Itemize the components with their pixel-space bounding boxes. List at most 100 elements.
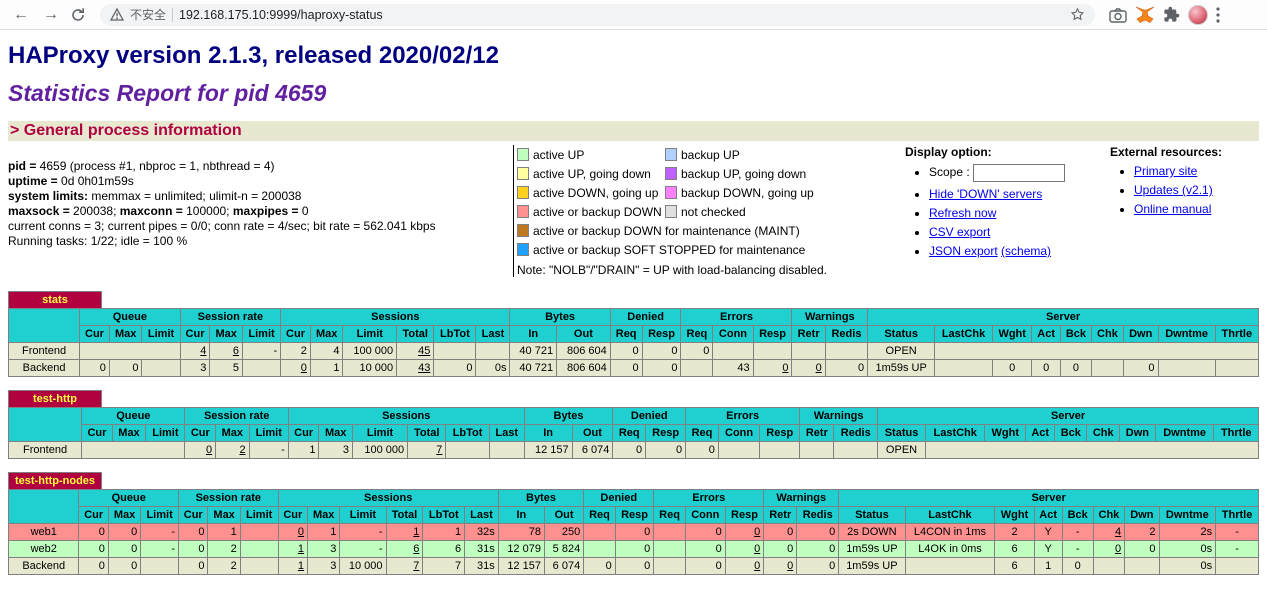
stat-cell: 0 (825, 360, 867, 377)
refresh-button[interactable] (70, 7, 86, 23)
row-name[interactable]: web2 (9, 541, 79, 558)
legend-row: active or backup DOWN for maintenance (M… (517, 221, 905, 240)
metamask-extension-icon[interactable] (1135, 6, 1155, 24)
column-header: Max (308, 507, 340, 524)
list-item: Refresh now (929, 206, 1110, 220)
column-header: Chk (1087, 425, 1120, 442)
row-name[interactable]: Backend (9, 360, 80, 377)
extensions-puzzle-icon[interactable] (1163, 6, 1180, 23)
proxy-name[interactable]: stats (8, 291, 102, 308)
json-export-link[interactable]: JSON export (929, 244, 998, 258)
refresh-now-link[interactable]: Refresh now (929, 206, 996, 220)
legend-row: active or backup SOFT STOPPED for mainte… (517, 240, 905, 259)
profile-avatar[interactable] (1188, 5, 1208, 25)
stat-cell: OPEN (868, 343, 935, 360)
column-header: Max (208, 507, 240, 524)
scope-input[interactable] (973, 164, 1065, 182)
table-row: Backend00350110 0004300s40 721806 604004… (9, 360, 1259, 377)
hide-down-servers-link[interactable]: Hide 'DOWN' servers (929, 187, 1042, 201)
group-header: Queue (79, 490, 179, 507)
column-header: In (524, 425, 572, 442)
process-info-line: current conns = 3; current pipes = 0/0; … (8, 219, 513, 234)
stat-cell: 0 (686, 442, 719, 459)
stat-cell: 0 (797, 558, 839, 575)
legend-label: backup UP (677, 148, 746, 162)
proxy-name[interactable]: test-http-nodes (8, 472, 102, 489)
stat-cell: 0 (1062, 558, 1093, 575)
group-header: Errors (654, 490, 764, 507)
stat-cell: 0 (725, 524, 764, 541)
column-header: Max (216, 425, 250, 442)
stat-cell: 0s (1159, 558, 1216, 575)
stats-tables: stats QueueSession rateSessionsBytesDenie… (8, 291, 1259, 575)
column-header: Resp (615, 507, 654, 524)
back-button[interactable]: ← (10, 7, 32, 23)
csv-export-link[interactable]: CSV export (929, 225, 990, 239)
row-name[interactable]: Frontend (9, 343, 80, 360)
stat-cell: 0 (278, 524, 307, 541)
column-header: Max (112, 425, 146, 442)
row-name[interactable]: Backend (9, 558, 79, 575)
column-header: Total (386, 507, 423, 524)
omnibox-divider (172, 8, 173, 22)
group-header: Server (839, 490, 1259, 507)
column-header: Req (686, 425, 719, 442)
column-header: Limit (240, 507, 278, 524)
column-header: Dwntme (1158, 326, 1215, 343)
column-header: Dwntme (1159, 507, 1216, 524)
updates-link[interactable]: Updates (v2.1) (1134, 183, 1213, 197)
stat-cell: 1 (308, 524, 340, 541)
column-header: Chk (1092, 326, 1124, 343)
stat-cell: - (1062, 524, 1093, 541)
legend-row: active UPbackup UP (517, 145, 905, 164)
stat-cell: 1m59s UP (839, 541, 905, 558)
legend-swatch (665, 148, 677, 161)
security-warning-icon[interactable] (110, 8, 124, 21)
stat-cell (1093, 558, 1125, 575)
json-schema-link[interactable]: (schema) (1001, 244, 1051, 258)
screenshot-extension-icon[interactable] (1109, 7, 1127, 23)
column-header: Cur (180, 326, 210, 343)
stat-cell: 0 (80, 360, 110, 377)
legend-label: active or backup DOWN for maintenance (M… (529, 224, 806, 238)
stat-cell: 3 (180, 360, 210, 377)
group-header: Queue (82, 408, 185, 425)
column-header: Limit (146, 425, 185, 442)
bookmark-star-icon[interactable] (1070, 7, 1085, 22)
stat-cell: 0 (764, 524, 797, 541)
stat-cell: 0 (753, 360, 792, 377)
column-header: Act (1034, 507, 1062, 524)
primary-site-link[interactable]: Primary site (1134, 164, 1197, 178)
column-header: Conn (718, 425, 759, 442)
stat-cell: 12 157 (524, 442, 572, 459)
stat-cell: 0 (725, 541, 764, 558)
stats-table: QueueSession rateSessionsBytesDeniedErro… (8, 407, 1259, 459)
online-manual-link[interactable]: Online manual (1134, 202, 1211, 216)
column-header: Out (544, 507, 583, 524)
process-info: pid = 4659 (process #1, nbproc = 1, nbth… (8, 145, 513, 249)
stat-cell (142, 360, 180, 377)
table-row: Frontend46-24100 0004540 721806 604000OP… (9, 343, 1259, 360)
legend-swatch (665, 205, 677, 218)
scope-label: Scope : (929, 165, 970, 179)
stat-cell: 6 (423, 541, 465, 558)
browser-menu-icon[interactable] (1216, 7, 1220, 23)
column-header: Retr (764, 507, 797, 524)
group-header: Session rate (185, 408, 288, 425)
list-item: Hide 'DOWN' servers (929, 187, 1110, 201)
address-bar[interactable]: 不安全 192.168.175.10:9999/haproxy-status (100, 4, 1095, 26)
stat-cell (753, 343, 792, 360)
row-name[interactable]: web1 (9, 524, 79, 541)
forward-button[interactable]: → (40, 7, 62, 23)
group-header: Server (868, 309, 1259, 326)
stat-cell: 6 (386, 541, 423, 558)
stat-cell: 2s DOWN (839, 524, 905, 541)
legend-swatch (665, 167, 677, 180)
haproxy-version-link[interactable]: HAProxy version 2.1.3, released 2020/02/… (8, 42, 499, 69)
proxy-name[interactable]: test-http (8, 390, 102, 407)
column-header: LbTot (434, 326, 476, 343)
stat-cell: 0 (108, 558, 140, 575)
corner-header (9, 408, 82, 442)
row-name[interactable]: Frontend (9, 442, 82, 459)
stat-cell (681, 360, 713, 377)
